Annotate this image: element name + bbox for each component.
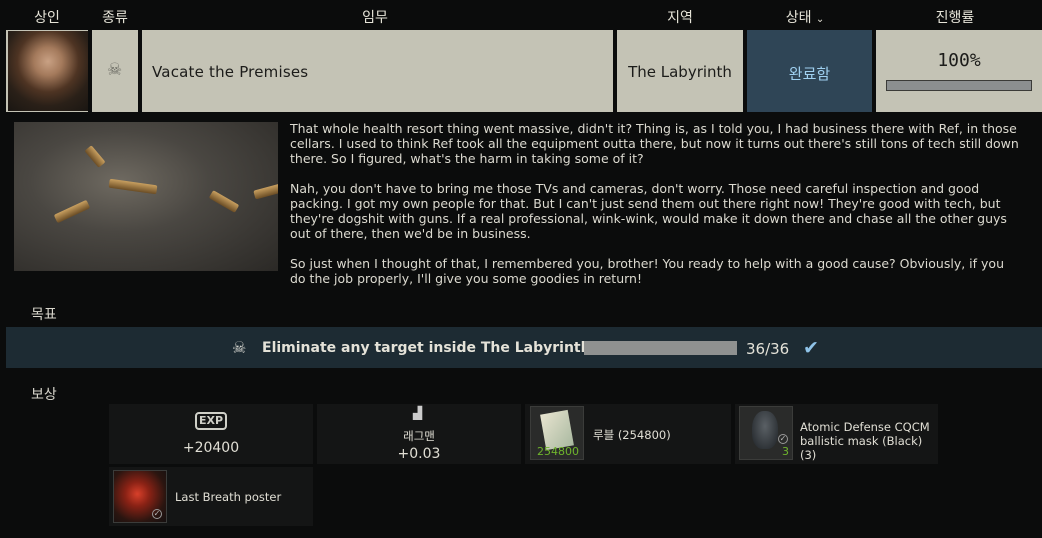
objective-count: 36/36 xyxy=(746,340,790,358)
shell-casing xyxy=(253,183,278,200)
quest-image xyxy=(14,122,278,271)
quest-name-cell: Vacate the Premises xyxy=(142,30,613,112)
skull-icon: ☠ xyxy=(107,60,123,80)
mask-icon xyxy=(752,411,778,449)
status-cell: 완료함 xyxy=(747,30,872,112)
quest-location: The Labyrinth xyxy=(628,63,732,81)
mask-item[interactable]: ✓ 3 xyxy=(739,406,793,460)
check-icon: ✔ xyxy=(803,337,819,359)
shell-casing xyxy=(208,190,240,213)
rewards-label: 보상 xyxy=(31,387,57,403)
reward-exp[interactable]: EXP +20400 xyxy=(109,404,313,464)
trader-cell xyxy=(6,30,88,112)
objective-text: Eliminate any target inside The Labyrint… xyxy=(262,340,591,356)
description-paragraph: Nah, you don't have to bring me those TV… xyxy=(290,181,1007,241)
reward-roubles-name: 루블 (254800) xyxy=(593,428,671,442)
header-progress[interactable]: 진행률 xyxy=(905,7,1005,27)
table-header: 상인 종류 임무 지역 상태 ⌄ 진행률 xyxy=(0,0,1042,30)
chevron-down-icon: ⌄ xyxy=(815,14,825,25)
found-in-raid-icon: ✓ xyxy=(778,434,788,444)
progress-cell: 100% xyxy=(876,30,1042,112)
mask-qty: 3 xyxy=(782,445,789,458)
quest-progress-value: 100% xyxy=(937,50,981,71)
objectives-label: 목표 xyxy=(31,307,57,323)
reputation-icon: ▟ xyxy=(413,406,423,420)
header-quest[interactable]: 임무 xyxy=(330,7,420,27)
reward-exp-value: +20400 xyxy=(182,440,240,456)
quest-status: 완료함 xyxy=(788,65,831,83)
quest-progress-fill xyxy=(887,81,1031,90)
trader-portrait xyxy=(8,31,88,111)
header-status[interactable]: 상태 ⌄ xyxy=(770,7,840,27)
reward-mask-name: Atomic Defense CQCM ballistic mask (Blac… xyxy=(800,420,930,462)
objective-progress-bar xyxy=(584,341,737,355)
header-type[interactable]: 종류 xyxy=(90,7,140,27)
quest-description: That whole health resort thing went mass… xyxy=(290,121,1020,301)
shell-casing xyxy=(108,178,158,195)
shell-casing xyxy=(53,199,91,224)
description-paragraph: So just when I thought of that, I rememb… xyxy=(290,256,1004,286)
reward-mask[interactable]: ✓ 3 Atomic Defense CQCM ballistic mask (… xyxy=(735,404,938,464)
found-in-raid-icon: ✓ xyxy=(152,509,162,519)
reward-poster[interactable]: ✓ Last Breath poster xyxy=(109,467,313,526)
exp-icon: EXP xyxy=(195,412,227,430)
description-paragraph: That whole health resort thing went mass… xyxy=(290,121,1019,166)
header-trader[interactable]: 상인 xyxy=(18,7,76,27)
skull-icon: ☠ xyxy=(232,338,247,357)
reward-reputation-name: 래그맨 xyxy=(403,429,435,443)
quest-name: Vacate the Premises xyxy=(152,63,309,81)
header-location[interactable]: 지역 xyxy=(640,7,720,27)
objective-item: ☠ Eliminate any target inside The Labyri… xyxy=(6,327,1042,368)
reward-reputation-value: +0.03 xyxy=(397,446,441,462)
roubles-qty: 254800 xyxy=(537,445,579,458)
type-cell: ☠ xyxy=(92,30,138,112)
reward-reputation[interactable]: ▟ 래그맨 +0.03 xyxy=(317,404,521,464)
quest-progress-bar xyxy=(886,80,1032,91)
header-status-label: 상태 xyxy=(785,10,812,26)
reward-poster-name: Last Breath poster xyxy=(175,490,282,504)
shell-casing xyxy=(84,145,106,168)
roubles-item[interactable]: 254800 xyxy=(530,406,584,460)
reward-roubles[interactable]: 254800 루블 (254800) xyxy=(525,404,731,464)
poster-item[interactable]: ✓ xyxy=(113,470,167,523)
location-cell: The Labyrinth xyxy=(617,30,743,112)
